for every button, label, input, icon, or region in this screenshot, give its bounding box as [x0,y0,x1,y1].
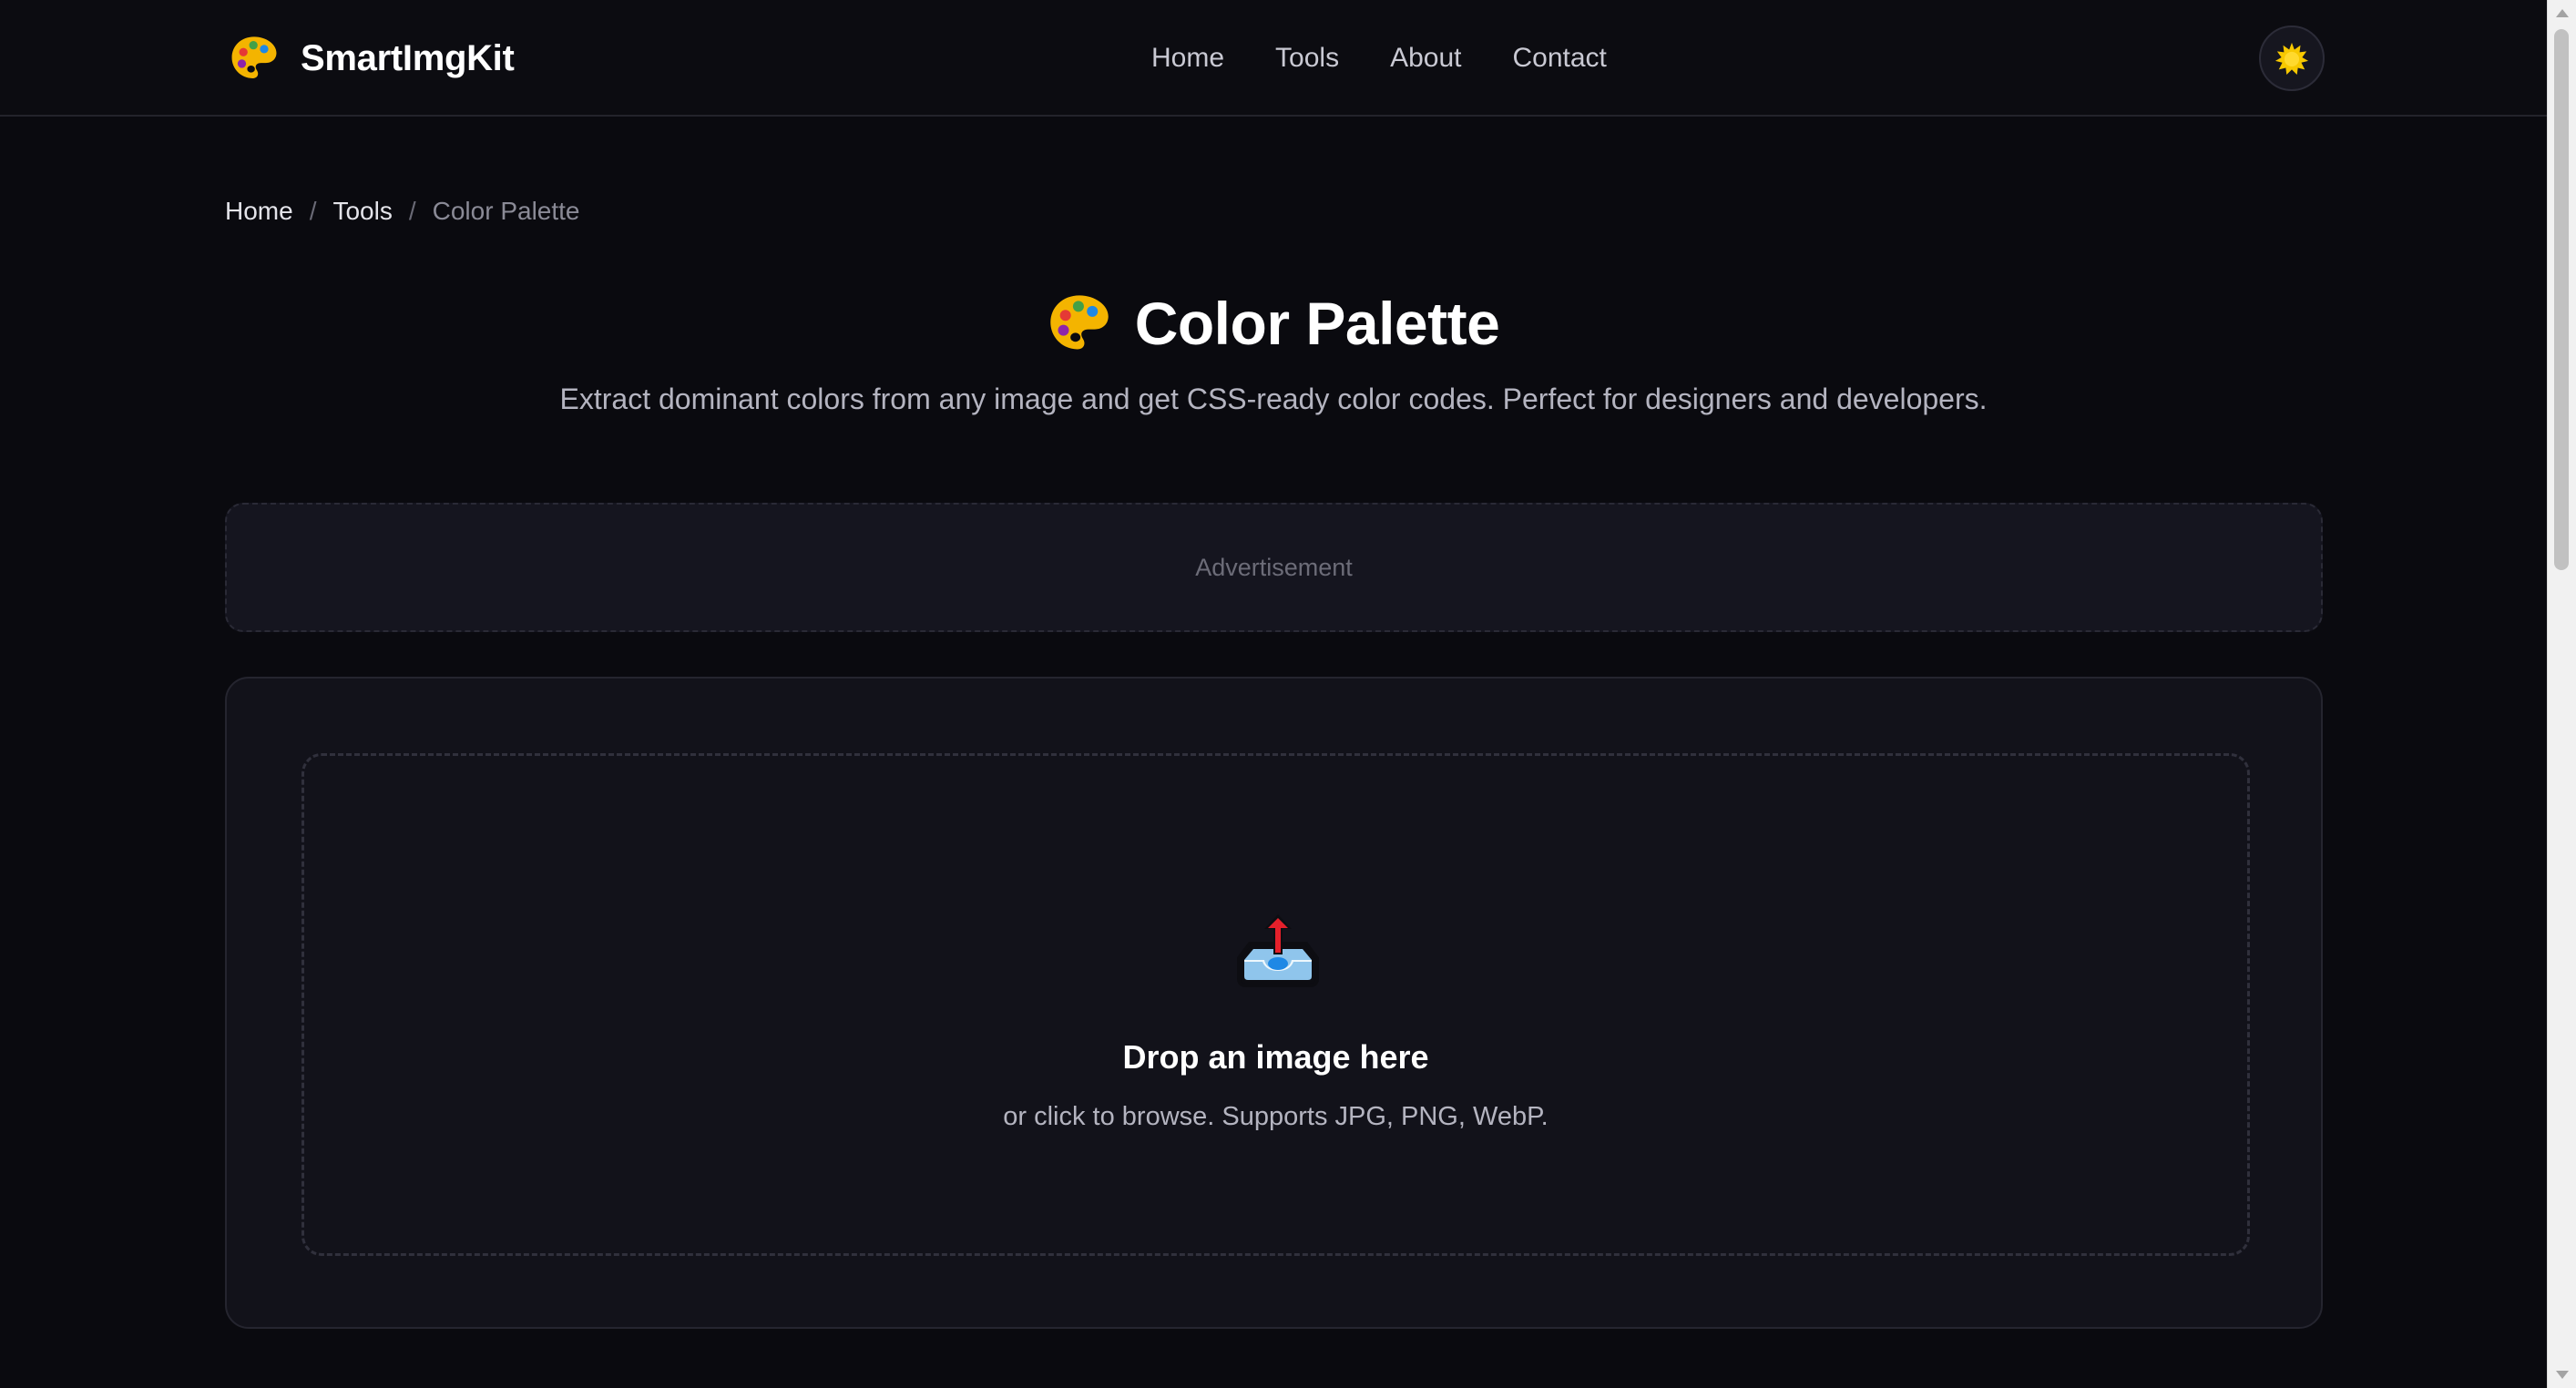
advertisement-label: Advertisement [1195,553,1353,581]
breadcrumb: Home / Tools / Color Palette [225,193,580,230]
brand-logo[interactable]: SmartImgKit [230,33,515,84]
nav-home[interactable]: Home [1151,43,1224,74]
theme-toggle-button[interactable] [2259,26,2325,91]
page-scrollbar[interactable] [2547,0,2576,1388]
image-drop-zone[interactable]: Drop an image here or click to browse. S… [302,753,2250,1256]
drop-zone-subtitle: or click to browse. Supports JPG, PNG, W… [1003,1102,1549,1131]
breadcrumb-current: Color Palette [432,197,580,225]
nav-contact[interactable]: Contact [1512,43,1606,74]
scrollbar-thumb[interactable] [2554,29,2569,570]
breadcrumb-separator: / [408,197,416,225]
nav-tools[interactable]: Tools [1275,43,1339,74]
breadcrumb-home[interactable]: Home [225,197,293,226]
site-header: SmartImgKit Home Tools About Contact [0,0,2547,117]
breadcrumb-separator: / [309,197,317,225]
scroll-up-icon[interactable] [2556,9,2569,17]
page-subtitle: Extract dominant colors from any image a… [559,383,1988,415]
breadcrumb-tools[interactable]: Tools [332,197,392,226]
scroll-down-icon[interactable] [2556,1371,2569,1379]
palette-icon [231,36,277,78]
brand-name: SmartImgKit [301,37,515,78]
drop-zone-title: Drop an image here [1122,1038,1429,1076]
advertisement-slot: Advertisement [225,503,2323,632]
page-heading: Color Palette [0,282,2547,364]
upload-card: Drop an image here or click to browse. S… [225,677,2323,1329]
sun-icon [2274,42,2309,76]
page-title: Color Palette [1134,290,1500,357]
palette-icon [1049,295,1109,350]
nav-about[interactable]: About [1390,43,1461,74]
main-nav: Home Tools About Contact [1151,36,1607,80]
outbox-tray-icon [1237,914,1319,987]
